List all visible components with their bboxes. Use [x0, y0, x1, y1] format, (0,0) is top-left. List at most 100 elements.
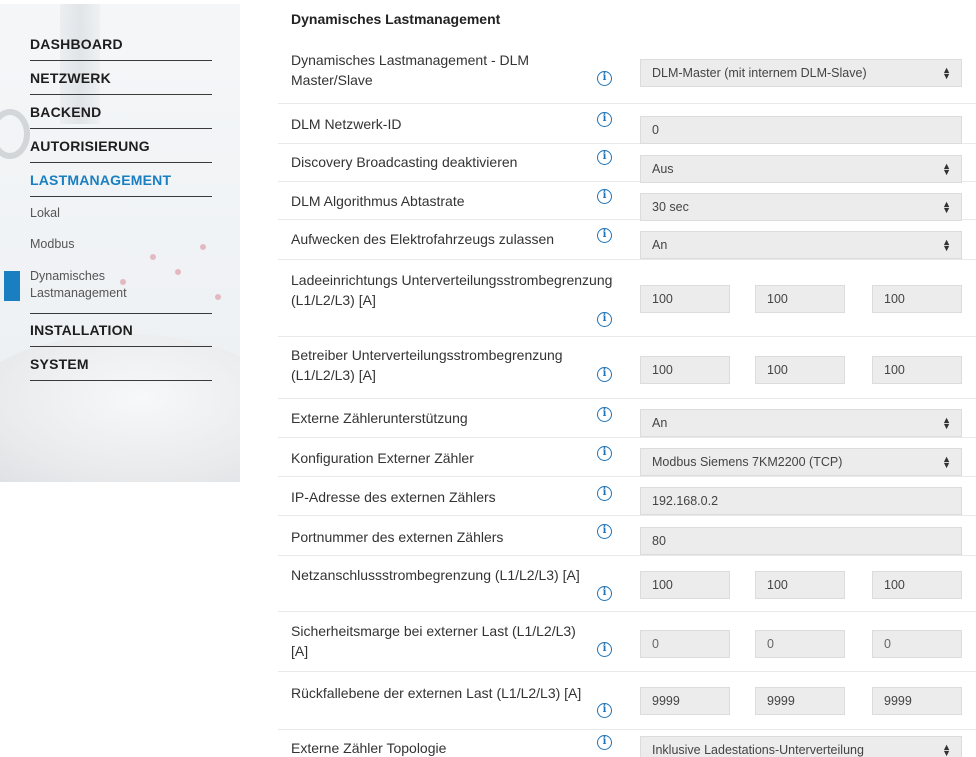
info-icon[interactable]: i — [597, 642, 612, 657]
info-icon[interactable]: i — [597, 735, 612, 750]
setting-select[interactable]: Modbus Siemens 7KM2200 (TCP) ▲ ▼ — [640, 448, 962, 476]
settings-row: Netzanschlussstrombegrenzung (L1/L2/L3) … — [278, 556, 976, 612]
settings-row: Ladeeinrichtungs Unterverteilungsstrombe… — [278, 260, 976, 337]
setting-label: Ladeeinrichtungs Unterverteilungsstrombe… — [291, 272, 613, 308]
sidebar-subitem-label: Lokal — [30, 206, 60, 220]
sidebar-item-lastmanagement[interactable]: LASTMANAGEMENT — [30, 163, 212, 197]
select-value: DLM-Master (mit internem DLM-Slave) — [652, 66, 867, 80]
setting-label: Rückfallebene der externen Last (L1/L2/L… — [291, 685, 582, 701]
select-value: An — [652, 416, 668, 430]
info-icon[interactable]: i — [597, 112, 612, 127]
setting-input[interactable]: 192.168.0.2 — [640, 487, 962, 515]
phase-input-l3[interactable]: 9999 — [872, 687, 962, 715]
info-icon[interactable]: i — [597, 407, 612, 422]
phase-input-l2[interactable]: 0 — [755, 630, 845, 658]
settings-row: Rückfallebene der externen Last (L1/L2/L… — [278, 672, 976, 730]
settings-row: Externe Zähler Topologie i Inklusive Lades… — [278, 730, 976, 757]
info-icon[interactable]: i — [597, 703, 612, 718]
phase-input-l2[interactable]: 100 — [755, 571, 845, 599]
info-icon[interactable]: i — [597, 189, 612, 204]
setting-label: Externe Zähler Topologie — [291, 740, 447, 756]
active-item-marker — [4, 271, 20, 301]
sidebar-subitem-lokal[interactable]: Lokal — [30, 205, 212, 222]
setting-label: Betreiber Unterverteilungsstrombegrenzun… — [291, 347, 563, 383]
sidebar-subitem-label: Modbus — [30, 237, 75, 251]
select-value: Aus — [652, 162, 674, 176]
setting-input[interactable]: 80 — [640, 527, 962, 555]
select-arrows-icon: ▲ ▼ — [942, 237, 951, 253]
setting-label: Externe Zählerunterstützung — [291, 410, 468, 426]
select-arrows-icon: ▲ ▼ — [942, 454, 951, 470]
sidebar-item-installation[interactable]: INSTALLATION — [30, 313, 212, 347]
sidebar-item-netzwerk[interactable]: NETZWERK — [30, 61, 212, 95]
setting-label: DLM Algorithmus Abtastrate — [291, 193, 465, 209]
sidebar-item-label: BACKEND — [30, 103, 102, 120]
info-icon[interactable]: i — [597, 486, 612, 501]
input-value: 0 — [652, 123, 659, 137]
phase-input-l1[interactable]: 100 — [640, 571, 730, 599]
select-arrows-icon: ▲ ▼ — [942, 65, 951, 81]
select-value: 30 sec — [652, 200, 689, 214]
select-arrows-icon: ▲ ▼ — [942, 415, 951, 431]
select-arrows-icon: ▲ ▼ — [942, 199, 951, 215]
info-icon[interactable]: i — [597, 446, 612, 461]
setting-label: Netzanschlussstrombegrenzung (L1/L2/L3) … — [291, 567, 580, 583]
setting-select[interactable]: Inklusive Ladestations-Unterverteilung ▲ ▼ — [640, 736, 962, 757]
sidebar-subitem-dynamisches-lastmanagement[interactable]: Dynamisches Lastmanagement — [30, 268, 150, 302]
info-icon[interactable]: i — [597, 586, 612, 601]
input-value: 192.168.0.2 — [652, 494, 719, 508]
setting-select[interactable]: An ▲ ▼ — [640, 409, 962, 437]
info-icon[interactable]: i — [597, 228, 612, 243]
setting-label: Sicherheitsmarge bei externer Last (L1/L… — [291, 623, 576, 659]
phase-input-l3[interactable]: 100 — [872, 356, 962, 384]
phase-input-l1[interactable]: 9999 — [640, 687, 730, 715]
sidebar-item-label: AUTORISIERUNG — [30, 137, 150, 154]
settings-row: DLM Algorithmus Abtastrate i 30 sec ▲ ▼ — [278, 182, 976, 221]
settings-row: DLM Netzwerk-ID i 0 — [278, 104, 976, 144]
sidebar-item-backend[interactable]: BACKEND — [30, 95, 212, 129]
setting-label: IP-Adresse des externen Zählers — [291, 489, 496, 505]
info-icon[interactable]: i — [597, 150, 612, 165]
sidebar-item-label: NETZWERK — [30, 69, 111, 86]
section-title: Dynamisches Lastmanagement — [291, 11, 501, 27]
setting-label: Portnummer des externen Zählers — [291, 529, 504, 545]
sidebar-item-label: LASTMANAGEMENT — [30, 171, 172, 188]
phase-input-l2[interactable]: 100 — [755, 356, 845, 384]
sidebar-subitem-modbus[interactable]: Modbus — [30, 236, 212, 253]
setting-label: Konfiguration Externer Zähler — [291, 450, 474, 466]
sidebar-item-system[interactable]: SYSTEM — [30, 347, 212, 381]
settings-row: Dynamisches Lastmanagement - DLM Master/… — [278, 42, 976, 104]
phase-input-l1[interactable]: 100 — [640, 356, 730, 384]
sidebar-item-label: DASHBOARD — [30, 35, 123, 52]
phase-input-l1[interactable]: 0 — [640, 630, 730, 658]
setting-label: Aufwecken des Elektrofahrzeugs zulassen — [291, 231, 555, 247]
sidebar-item-label: SYSTEM — [30, 355, 89, 372]
setting-label: Dynamisches Lastmanagement - DLM Master/… — [291, 52, 530, 88]
sidebar-item-autorisierung[interactable]: AUTORISIERUNG — [30, 129, 212, 163]
sidebar-subitem-label: Dynamisches Lastmanagement — [30, 269, 127, 300]
setting-select[interactable]: Aus ▲ ▼ — [640, 155, 962, 183]
settings-row: Sicherheitsmarge bei externer Last (L1/L… — [278, 612, 976, 672]
phase-input-l3[interactable]: 0 — [872, 630, 962, 658]
setting-select[interactable]: DLM-Master (mit internem DLM-Slave) ▲ ▼ — [640, 59, 962, 87]
select-value: Modbus Siemens 7KM2200 (TCP) — [652, 455, 843, 469]
sidebar-item-dashboard[interactable]: DASHBOARD — [30, 27, 212, 61]
sidebar-item-label: INSTALLATION — [30, 322, 133, 338]
input-value: 80 — [652, 534, 666, 548]
phase-input-l2[interactable]: 100 — [755, 285, 845, 313]
info-icon[interactable]: i — [597, 71, 612, 86]
setting-select[interactable]: An ▲ ▼ — [640, 231, 962, 259]
info-icon[interactable]: i — [597, 367, 612, 382]
setting-input[interactable]: 0 — [640, 116, 962, 144]
phase-input-l1[interactable]: 100 — [640, 285, 730, 313]
select-value: An — [652, 238, 668, 252]
phase-input-l3[interactable]: 100 — [872, 571, 962, 599]
settings-row: Betreiber Unterverteilungsstrombegrenzun… — [278, 337, 976, 399]
phase-input-l2[interactable]: 9999 — [755, 687, 845, 715]
settings-row: Portnummer des externen Zählers i 80 — [278, 516, 976, 556]
phase-input-l3[interactable]: 100 — [872, 285, 962, 313]
setting-select[interactable]: 30 sec ▲ ▼ — [640, 193, 962, 221]
info-icon[interactable]: i — [597, 312, 612, 327]
setting-label: DLM Netzwerk-ID — [291, 116, 402, 132]
info-icon[interactable]: i — [597, 524, 612, 539]
